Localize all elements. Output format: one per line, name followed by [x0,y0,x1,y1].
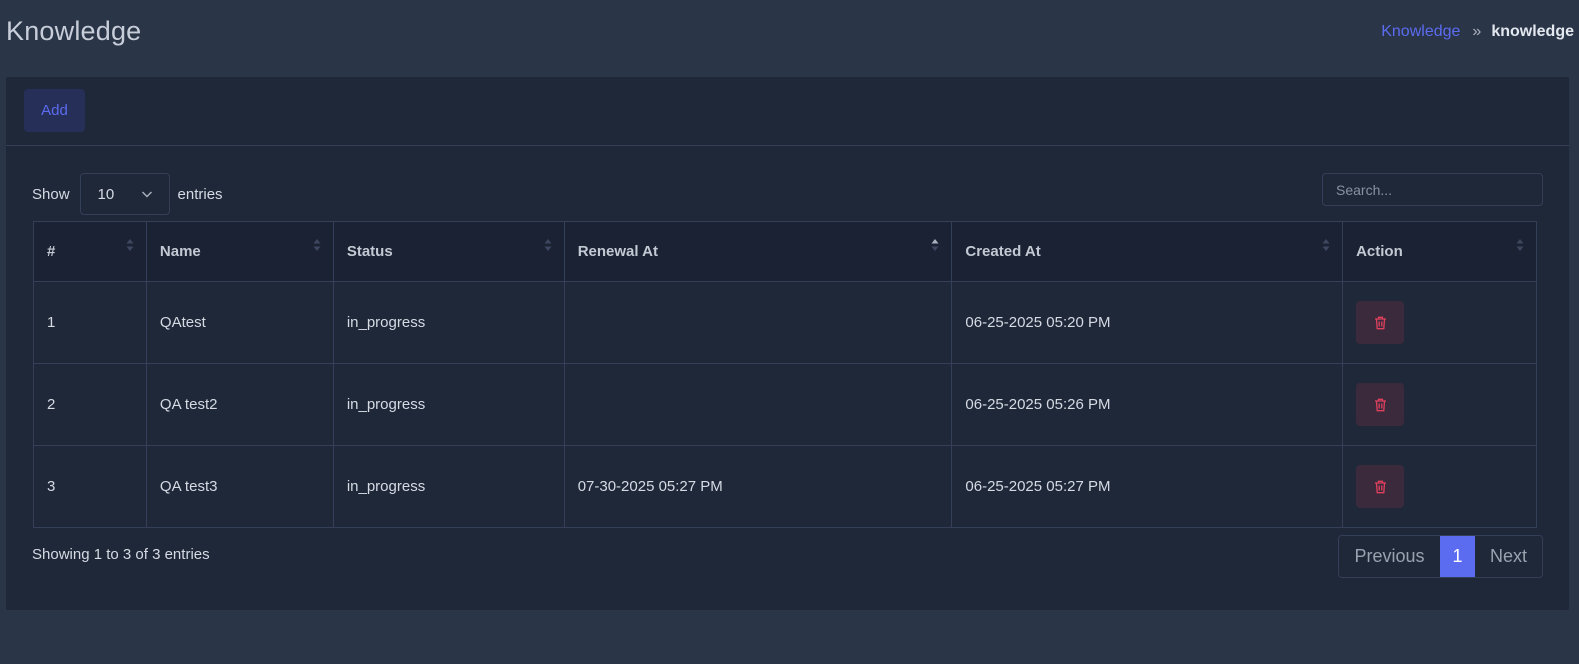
sort-icon [1322,239,1330,251]
breadcrumb-link-knowledge[interactable]: Knowledge [1381,23,1460,41]
trash-icon [1374,480,1386,493]
sort-icon [1516,239,1524,251]
column-header-label: Created At [965,243,1041,260]
cell-name: QA test2 [145,363,334,446]
cell-created-at: 06-25-2025 05:20 PM [951,281,1344,364]
card-toolbar: Add [6,77,1569,146]
pagination-previous-button[interactable]: Previous [1339,536,1440,577]
table-row: 2 QA test2 in_progress 06-25-2025 05:26 … [33,363,1537,446]
delete-button[interactable] [1356,301,1405,344]
cell-renewal-at [563,281,953,364]
breadcrumb: Knowledge » knowledge [1381,23,1574,41]
add-button[interactable]: Add [24,89,85,132]
cell-created-at: 06-25-2025 05:27 PM [951,445,1344,528]
table-row: 3 QA test3 in_progress 07-30-2025 05:27 … [33,445,1537,528]
cell-action [1342,281,1537,364]
knowledge-table: # Name Status Renewal At Created At Acti… [33,221,1537,528]
entries-per-page-value: 10 [97,185,115,203]
cell-name: QA test3 [145,445,334,528]
trash-icon [1374,316,1386,329]
column-header-name[interactable]: Name [145,221,334,282]
page-title: Knowledge [6,16,142,46]
pagination-next-button[interactable]: Next [1475,536,1542,577]
entries-label: entries [177,185,223,203]
entries-per-page-select[interactable]: 10 [79,173,170,215]
column-header-label: Name [159,243,201,260]
cell-status: in_progress [332,281,565,364]
column-header-created-at[interactable]: Created At [951,221,1344,282]
cell-renewal-at: 07-30-2025 05:27 PM [563,445,953,528]
cell-index: 1 [33,281,147,364]
cell-index: 3 [33,445,147,528]
show-label: Show [32,185,70,203]
cell-status: in_progress [332,445,565,528]
column-header-renewal-at[interactable]: Renewal At [563,221,953,282]
pagination-page-1[interactable]: 1 [1440,536,1475,577]
pagination: Previous 1 Next [1338,535,1543,578]
column-header-label: Action [1356,243,1403,260]
delete-button[interactable] [1356,383,1405,426]
sort-asc-icon [931,239,939,251]
column-header-status[interactable]: Status [332,221,565,282]
table-header-row: # Name Status Renewal At Created At Acti… [33,221,1537,282]
cell-created-at: 06-25-2025 05:26 PM [951,363,1344,446]
sort-icon [313,239,321,251]
cell-name: QAtest [145,281,334,364]
breadcrumb-current: knowledge [1491,23,1574,40]
cell-index: 2 [33,363,147,446]
column-header-index[interactable]: # [33,221,147,282]
knowledge-card: Add Show 10 entries # [6,77,1569,610]
sort-icon [126,239,134,251]
cell-action [1342,445,1537,528]
breadcrumb-separator: » [1472,23,1482,40]
entries-length-control: Show 10 entries [32,173,223,215]
sort-icon [544,239,552,251]
table-info: Showing 1 to 3 of 3 entries [32,546,210,563]
cell-action [1342,363,1537,446]
column-header-action[interactable]: Action [1342,221,1537,282]
cell-renewal-at [563,363,953,446]
chevron-down-icon [141,191,152,198]
table-row: 1 QAtest in_progress 06-25-2025 05:20 PM [33,281,1537,364]
search-input[interactable] [1322,173,1543,206]
column-header-label: Status [346,243,393,260]
column-header-label: # [47,243,56,260]
column-header-label: Renewal At [577,243,658,260]
trash-icon [1374,398,1386,411]
delete-button[interactable] [1356,465,1405,508]
page-header: Knowledge Knowledge » knowledge [0,0,1579,64]
cell-status: in_progress [332,363,565,446]
